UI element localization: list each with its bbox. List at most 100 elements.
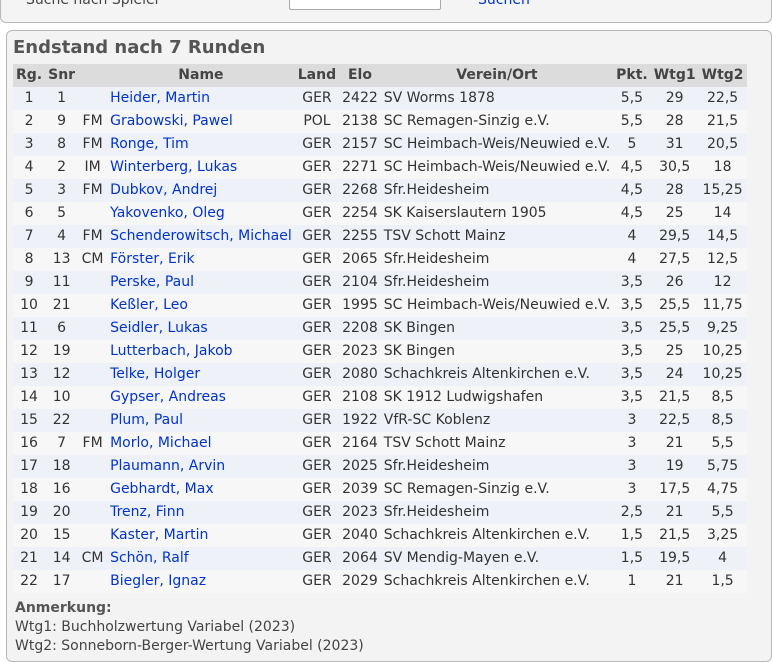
cell-rank: 5 xyxy=(13,179,46,202)
cell-title xyxy=(78,202,108,225)
table-row: 4 2 IM Winterberg, Lukas GER 2271 SC Heimbach-… xyxy=(13,156,747,179)
cell-elo: 2023 xyxy=(339,340,381,363)
player-name-link[interactable]: Biegler, Ignaz xyxy=(110,573,206,589)
cell-seed: 20 xyxy=(45,501,79,524)
player-name-link[interactable]: Grabowski, Pawel xyxy=(110,113,233,129)
table-row: 18 16 Gebhardt, Max GER 2039 SC Remagen-Sinzi… xyxy=(13,478,747,501)
player-name-link[interactable]: Winterberg, Lukas xyxy=(110,159,237,175)
cell-title: FM xyxy=(78,133,108,156)
cell-elo: 2422 xyxy=(339,87,381,110)
table-row: 7 4 FM Schenderowitsch, Michael GER 2255 TSV S… xyxy=(13,225,747,248)
cell-rank: 9 xyxy=(13,271,46,294)
cell-seed: 19 xyxy=(45,340,79,363)
player-name-link[interactable]: Ronge, Tim xyxy=(110,136,189,152)
cell-tiebreak1: 31 xyxy=(650,133,699,156)
player-name-link[interactable]: Förster, Erik xyxy=(110,251,195,267)
cell-title: CM xyxy=(78,248,108,271)
cell-name: Telke, Holger xyxy=(107,363,295,386)
cell-tiebreak2: 12 xyxy=(698,271,747,294)
player-name-link[interactable]: Morlo, Michael xyxy=(110,435,211,451)
player-name-link[interactable]: Lutterbach, Jakob xyxy=(110,343,232,359)
cell-seed: 21 xyxy=(45,294,79,317)
cell-country: GER xyxy=(294,547,340,570)
cell-title xyxy=(78,501,108,524)
cell-points: 3 xyxy=(613,432,651,455)
cell-title: IM xyxy=(78,156,108,179)
cell-rank: 15 xyxy=(13,409,46,432)
cell-points: 3,5 xyxy=(613,294,651,317)
player-name-link[interactable]: Kaster, Martin xyxy=(110,527,208,543)
cell-tiebreak1: 22,5 xyxy=(650,409,699,432)
search-input[interactable] xyxy=(289,0,441,10)
cell-title: FM xyxy=(78,225,108,248)
cell-tiebreak1: 29 xyxy=(650,87,699,110)
cell-elo: 2029 xyxy=(339,570,381,593)
cell-title xyxy=(78,294,108,317)
cell-club: SK Bingen xyxy=(380,317,614,340)
cell-points: 5,5 xyxy=(613,87,651,110)
player-name-link[interactable]: Seidler, Lukas xyxy=(110,320,208,336)
header-name: Name xyxy=(107,64,295,87)
player-name-link[interactable]: Telke, Holger xyxy=(110,366,200,382)
player-name-link[interactable]: Gypser, Andreas xyxy=(110,389,226,405)
player-name-link[interactable]: Plum, Paul xyxy=(110,412,183,428)
player-name-link[interactable]: Schenderowitsch, Michael xyxy=(110,228,292,244)
cell-title xyxy=(78,340,108,363)
cell-title xyxy=(78,386,108,409)
cell-tiebreak1: 29,5 xyxy=(650,225,699,248)
player-name-link[interactable]: Plaumann, Arvin xyxy=(110,458,225,474)
cell-rank: 17 xyxy=(13,455,46,478)
standings-table: Rg. Snr Name Land Elo Verein/Ort Pkt. Wt… xyxy=(13,64,747,593)
cell-rank: 14 xyxy=(13,386,46,409)
cell-tiebreak1: 30,5 xyxy=(650,156,699,179)
cell-title xyxy=(78,524,108,547)
cell-rank: 13 xyxy=(13,363,46,386)
player-name-link[interactable]: Heider, Martin xyxy=(110,90,210,106)
player-name-link[interactable]: Gebhardt, Max xyxy=(110,481,214,497)
table-row: 9 11 Perske, Paul GER 2104 Sfr.Heidesheim 3,5 2… xyxy=(13,271,747,294)
cell-tiebreak2: 18 xyxy=(698,156,747,179)
cell-tiebreak1: 21 xyxy=(650,432,699,455)
cell-club: SC Heimbach-Weis/Neuwied e.V. xyxy=(380,156,614,179)
cell-rank: 22 xyxy=(13,570,46,593)
player-name-link[interactable]: Dubkov, Andrej xyxy=(110,182,217,198)
cell-elo: 2039 xyxy=(339,478,381,501)
cell-club: SC Remagen-Sinzig e.V. xyxy=(380,478,614,501)
search-bar: Suche nach Spieler Suchen xyxy=(0,0,772,23)
cell-seed: 8 xyxy=(45,133,79,156)
cell-points: 4 xyxy=(613,248,651,271)
cell-title xyxy=(78,570,108,593)
cell-name: Schön, Ralf xyxy=(107,547,295,570)
cell-country: GER xyxy=(294,363,340,386)
player-name-link[interactable]: Trenz, Finn xyxy=(110,504,184,520)
cell-tiebreak2: 12,5 xyxy=(698,248,747,271)
cell-seed: 11 xyxy=(45,271,79,294)
cell-name: Winterberg, Lukas xyxy=(107,156,295,179)
cell-club: Sfr.Heidesheim xyxy=(380,271,614,294)
search-button[interactable]: Suchen xyxy=(478,0,530,9)
cell-name: Lutterbach, Jakob xyxy=(107,340,295,363)
cell-seed: 2 xyxy=(45,156,79,179)
remarks-line: Wtg2: Sonneborn-Berger-Wertung Variabel … xyxy=(15,638,364,654)
player-name-link[interactable]: Yakovenko, Oleg xyxy=(110,205,225,221)
cell-name: Kaster, Martin xyxy=(107,524,295,547)
cell-points: 3 xyxy=(613,478,651,501)
player-name-link[interactable]: Perske, Paul xyxy=(110,274,194,290)
cell-seed: 22 xyxy=(45,409,79,432)
cell-tiebreak2: 3,25 xyxy=(698,524,747,547)
cell-rank: 20 xyxy=(13,524,46,547)
table-row: 12 19 Lutterbach, Jakob GER 2023 SK Bingen 3,5… xyxy=(13,340,747,363)
cell-tiebreak2: 14,5 xyxy=(698,225,747,248)
cell-rank: 18 xyxy=(13,478,46,501)
player-name-link[interactable]: Schön, Ralf xyxy=(110,550,189,566)
header-rank: Rg. xyxy=(13,64,46,87)
cell-country: POL xyxy=(294,110,340,133)
cell-country: GER xyxy=(294,478,340,501)
cell-country: GER xyxy=(294,294,340,317)
cell-rank: 6 xyxy=(13,202,46,225)
cell-elo: 1995 xyxy=(339,294,381,317)
cell-rank: 3 xyxy=(13,133,46,156)
cell-elo: 1922 xyxy=(339,409,381,432)
cell-elo: 2040 xyxy=(339,524,381,547)
player-name-link[interactable]: Keßler, Leo xyxy=(110,297,188,313)
